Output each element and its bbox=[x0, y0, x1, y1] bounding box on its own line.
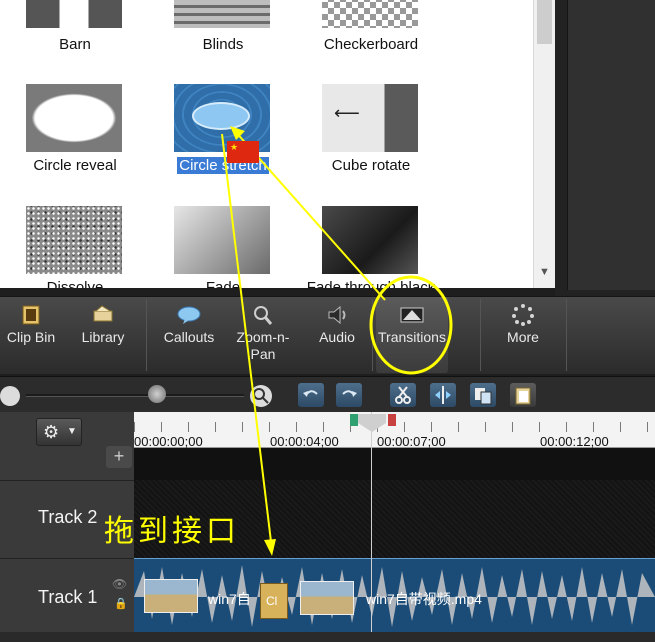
china-flag-icon: ★ bbox=[227, 141, 259, 163]
highlight-circle bbox=[369, 275, 453, 375]
camtasia-editor: Barn Blinds Checkerboard Circle reveal C… bbox=[0, 0, 655, 642]
arrowhead-icon bbox=[264, 539, 276, 556]
tutorial-annotation-overlay bbox=[221, 126, 453, 556]
annotation-text: 拖到接口 bbox=[104, 514, 240, 549]
arrowhead-icon bbox=[230, 126, 245, 140]
drag-arrow bbox=[221, 133, 273, 551]
